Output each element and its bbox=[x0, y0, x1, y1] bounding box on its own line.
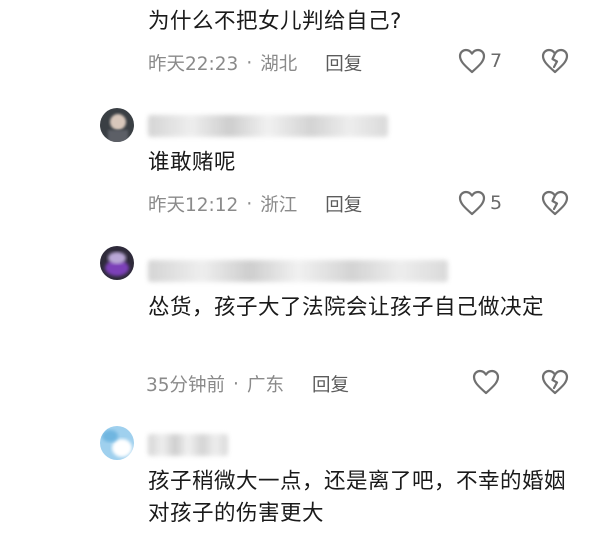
meta-separator: · bbox=[246, 52, 253, 74]
comment-item: 谁敢赌呢 昨天12:12 · 浙江 回复 5 bbox=[0, 100, 600, 225]
like-count: 5 bbox=[490, 192, 503, 214]
comment-item: 怂货，孩子大了法院会让孩子自己做决定 35分钟前 · 广东 回复 bbox=[0, 240, 600, 400]
heart-outline-icon bbox=[458, 48, 486, 74]
like-button[interactable]: 7 bbox=[458, 48, 502, 74]
dislike-button[interactable] bbox=[540, 190, 570, 216]
dislike-button[interactable] bbox=[540, 48, 570, 74]
broken-heart-icon bbox=[540, 48, 570, 74]
heart-outline-icon bbox=[472, 369, 500, 395]
avatar[interactable] bbox=[100, 108, 134, 142]
avatar[interactable] bbox=[100, 246, 134, 280]
comment-time: 昨天12:12 bbox=[148, 195, 239, 216]
comment-text: 怂货，孩子大了法院会让孩子自己做决定 bbox=[148, 295, 545, 320]
comment-item: 孩子稍微大一点，还是离了吧，不幸的婚姻对孩子的伤害更大 bbox=[0, 420, 600, 556]
username-blurred[interactable] bbox=[148, 260, 448, 282]
meta-separator: · bbox=[246, 193, 253, 215]
like-button[interactable] bbox=[472, 369, 504, 395]
reply-button[interactable]: 回复 bbox=[312, 371, 349, 397]
like-count: 7 bbox=[490, 50, 503, 72]
comment-meta: 35分钟前 · 广东 回复 bbox=[146, 371, 349, 397]
broken-heart-icon bbox=[540, 369, 570, 395]
meta-separator: · bbox=[233, 373, 239, 395]
reply-button[interactable]: 回复 bbox=[325, 50, 362, 76]
username-blurred[interactable] bbox=[148, 434, 228, 456]
comment-location: 浙江 bbox=[260, 195, 298, 216]
comment-location: 湖北 bbox=[260, 54, 298, 75]
comment-meta: 昨天12:12 · 浙江 回复 bbox=[148, 191, 362, 217]
comment-time: 35分钟前 bbox=[146, 375, 226, 396]
like-button[interactable]: 5 bbox=[458, 190, 502, 216]
reply-button[interactable]: 回复 bbox=[325, 191, 362, 217]
username-blurred[interactable] bbox=[148, 115, 388, 137]
comment-text: 为什么不把女儿判给自己? bbox=[148, 9, 402, 34]
comment-text: 谁敢赌呢 bbox=[148, 150, 237, 175]
dislike-button[interactable] bbox=[540, 369, 570, 395]
avatar[interactable] bbox=[100, 426, 134, 460]
comment-item: 为什么不把女儿判给自己? 昨天22:23 · 湖北 回复 7 bbox=[0, 0, 600, 80]
broken-heart-icon bbox=[540, 190, 570, 216]
comment-time: 昨天22:23 bbox=[148, 54, 239, 75]
comment-meta: 昨天22:23 · 湖北 回复 bbox=[148, 50, 362, 76]
comment-location: 广东 bbox=[246, 375, 284, 396]
comment-text: 孩子稍微大一点，还是离了吧，不幸的婚姻对孩子的伤害更大 bbox=[148, 469, 567, 526]
heart-outline-icon bbox=[458, 190, 486, 216]
